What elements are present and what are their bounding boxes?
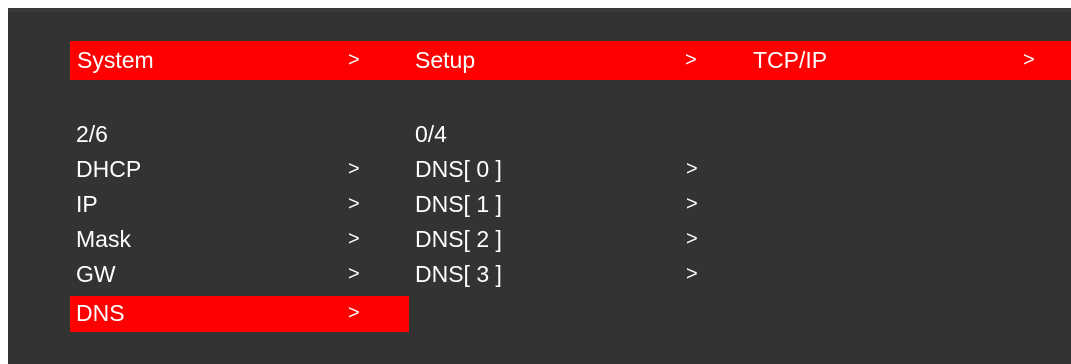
top-border: [8, 8, 1071, 12]
breadcrumb-setup[interactable]: Setup: [415, 41, 475, 80]
breadcrumb-bar: System > Setup > TCP/IP >: [70, 41, 1071, 80]
chevron-right-icon: >: [686, 263, 698, 285]
chevron-right-icon: >: [348, 193, 360, 215]
chevron-right-icon: >: [685, 49, 697, 71]
menu-item-ip[interactable]: IP: [76, 190, 98, 218]
menu-item-dns[interactable]: DNS: [76, 299, 125, 327]
chevron-right-icon: >: [1023, 49, 1035, 71]
breadcrumb-tcpip[interactable]: TCP/IP: [753, 41, 827, 80]
chevron-right-icon: >: [686, 193, 698, 215]
chevron-right-icon: >: [686, 228, 698, 250]
breadcrumb-system[interactable]: System: [77, 41, 154, 80]
menu-item-mask[interactable]: Mask: [76, 225, 131, 253]
submenu-item-dns1[interactable]: DNS[ 1 ]: [415, 190, 502, 218]
left-page-counter: 2/6: [76, 121, 108, 147]
submenu-item-dns3[interactable]: DNS[ 3 ]: [415, 260, 502, 288]
chevron-right-icon: >: [348, 263, 360, 285]
submenu-item-dns2[interactable]: DNS[ 2 ]: [415, 225, 502, 253]
chevron-right-icon: >: [348, 49, 360, 71]
right-page-counter: 0/4: [415, 121, 447, 147]
chevron-right-icon: >: [348, 302, 360, 324]
chevron-right-icon: >: [348, 228, 360, 250]
submenu-item-dns0[interactable]: DNS[ 0 ]: [415, 155, 502, 183]
menu-item-dhcp[interactable]: DHCP: [76, 155, 141, 183]
menu-item-gw[interactable]: GW: [76, 260, 116, 288]
chevron-right-icon: >: [686, 158, 698, 180]
chevron-right-icon: >: [348, 158, 360, 180]
osd-menu-screen: System > Setup > TCP/IP > 2/6 DHCP > IP …: [8, 8, 1071, 364]
